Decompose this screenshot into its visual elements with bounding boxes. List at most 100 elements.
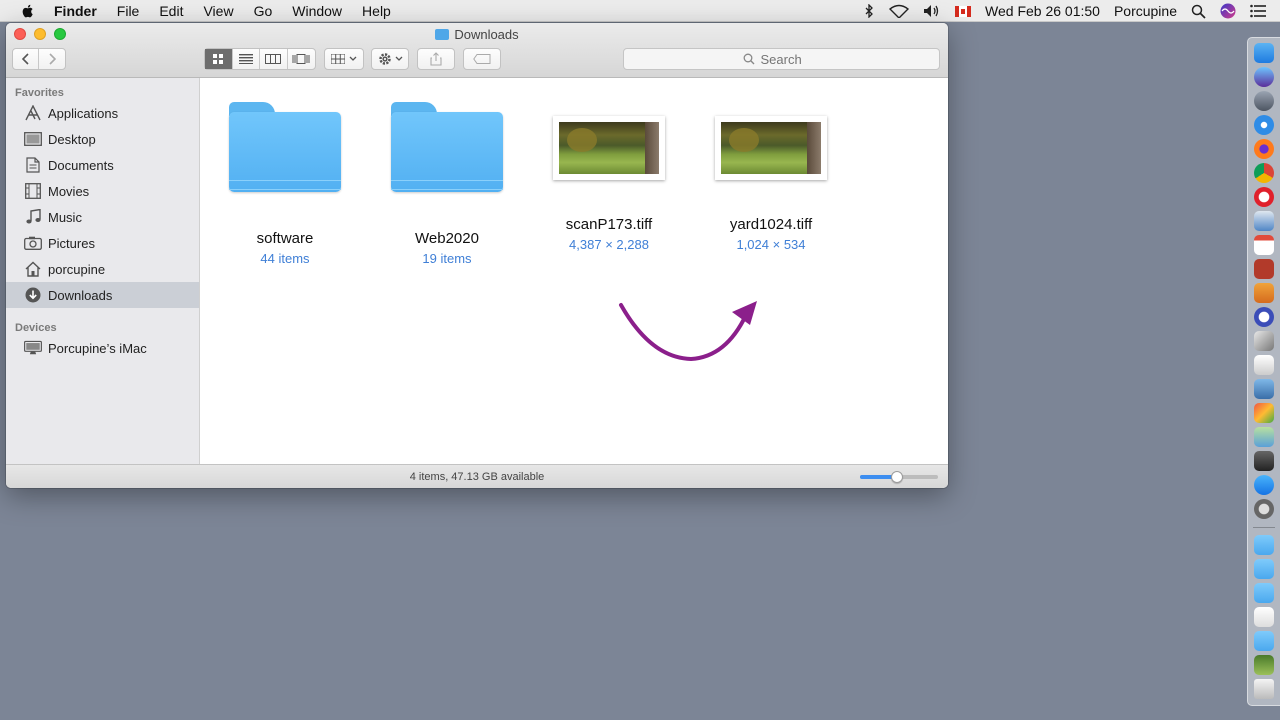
icon-size-slider[interactable]	[860, 471, 938, 483]
folder-dock-icon[interactable]	[1254, 535, 1274, 555]
apple-menu-icon[interactable]	[20, 3, 36, 19]
slider-knob[interactable]	[891, 471, 904, 483]
maps-dock-icon[interactable]	[1254, 427, 1274, 447]
music-icon	[24, 209, 42, 225]
menu-go[interactable]: Go	[254, 3, 273, 19]
sidebar-item-imac[interactable]: Porcupine’s iMac	[6, 335, 199, 361]
calendar-dock-icon[interactable]	[1254, 235, 1274, 255]
clock[interactable]: Wed Feb 26 01:50	[985, 3, 1100, 19]
file-item-software[interactable]: software 44 items	[210, 102, 360, 266]
list-view-button[interactable]	[233, 49, 260, 69]
search-field[interactable]	[623, 48, 940, 70]
preview-dock-icon[interactable]	[1254, 211, 1274, 231]
gear-icon	[378, 53, 391, 65]
search-icon	[743, 53, 754, 65]
folder-dock-icon[interactable]	[1254, 559, 1274, 579]
file-name: Web2020	[415, 230, 479, 247]
sidebar-item-downloads[interactable]: Downloads	[6, 282, 199, 308]
menu-help[interactable]: Help	[362, 3, 391, 19]
sidebar-item-documents[interactable]: Documents	[6, 152, 199, 178]
file-item-web2020[interactable]: Web2020 19 items	[372, 102, 522, 266]
movies-icon	[24, 183, 42, 199]
sidebar-item-applications[interactable]: Applications	[6, 100, 199, 126]
icon-view-button[interactable]	[205, 49, 233, 69]
folder-icon	[229, 102, 341, 194]
menu-app-finder[interactable]: Finder	[54, 3, 97, 19]
siri-icon[interactable]	[1220, 3, 1236, 19]
document-dock-icon[interactable]	[1254, 607, 1274, 627]
file-name: yard1024.tiff	[729, 216, 813, 233]
notes-dock-icon[interactable]	[1254, 283, 1274, 303]
arrange-button[interactable]	[324, 48, 364, 70]
action-button[interactable]	[371, 48, 409, 70]
list-icon	[238, 54, 253, 64]
tags-button[interactable]	[463, 48, 501, 70]
column-view-button[interactable]	[260, 49, 288, 69]
notification-center-icon[interactable]	[1250, 4, 1266, 18]
sidebar-item-movies[interactable]: Movies	[6, 178, 199, 204]
gallery-view-button[interactable]	[288, 49, 315, 69]
folder-dock-icon[interactable]	[1254, 631, 1274, 651]
menu-window[interactable]: Window	[292, 3, 342, 19]
sidebar-item-music[interactable]: Music	[6, 204, 199, 230]
sidebar-item-label: Desktop	[48, 131, 96, 147]
folder-icon	[435, 29, 450, 40]
trash-dock-icon[interactable]	[1254, 679, 1274, 699]
search-input[interactable]	[760, 51, 821, 67]
firefox-dock-icon[interactable]	[1254, 139, 1274, 159]
sidebar-item-desktop[interactable]: Desktop	[6, 126, 199, 152]
dock-separator	[1253, 527, 1275, 528]
image-thumbnail	[553, 116, 665, 180]
folder-dock-icon[interactable]	[1254, 583, 1274, 603]
image-dock-icon[interactable]	[1254, 655, 1274, 675]
documents-icon	[24, 157, 42, 173]
file-item-yard1024[interactable]: yard1024.tiff 1,024 × 534	[696, 102, 846, 252]
spotlight-search-icon[interactable]	[1191, 4, 1206, 19]
imac-icon	[24, 340, 42, 356]
bluetooth-icon[interactable]	[863, 4, 875, 18]
system-preferences-dock-icon[interactable]	[1254, 499, 1274, 519]
pixelmator-dock-icon[interactable]	[1254, 307, 1274, 327]
siri-dock-icon[interactable]	[1254, 67, 1274, 87]
wifi-icon[interactable]	[889, 4, 910, 18]
grid-icon	[213, 54, 224, 64]
photo-booth-dock-icon[interactable]	[1254, 451, 1274, 471]
file-name: software	[256, 230, 314, 247]
opera-dock-icon[interactable]	[1254, 187, 1274, 207]
forward-button[interactable]	[39, 49, 65, 69]
sidebar-item-label: Pictures	[48, 235, 95, 251]
file-item-scanp173[interactable]: scanP173.tiff 4,387 × 2,288	[534, 102, 684, 252]
finder-dock-icon[interactable]	[1254, 43, 1274, 63]
menu-bar: Finder File Edit View Go Window Help Wed…	[0, 0, 1280, 22]
pictures-icon	[24, 235, 42, 251]
menu-file[interactable]: File	[117, 3, 140, 19]
utility-dock-icon[interactable]	[1254, 331, 1274, 351]
sidebar-item-porcupine[interactable]: porcupine	[6, 256, 199, 282]
user-name[interactable]: Porcupine	[1114, 3, 1177, 19]
menu-edit[interactable]: Edit	[159, 3, 183, 19]
app-store-dock-icon[interactable]	[1254, 475, 1274, 495]
status-text: 4 items, 47.13 GB available	[409, 470, 545, 483]
screenshot-dock-icon[interactable]	[1254, 379, 1274, 399]
file-meta: 1,024 × 534	[736, 237, 806, 252]
downloads-icon	[24, 287, 42, 303]
menu-view[interactable]: View	[203, 3, 233, 19]
sidebar-item-label: Documents	[48, 157, 114, 173]
chevron-down-icon	[349, 56, 357, 61]
canada-flag-icon[interactable]	[955, 5, 972, 17]
graphics-dock-icon[interactable]	[1254, 403, 1274, 423]
window-toolbar: Downloads	[6, 23, 948, 78]
dictionary-dock-icon[interactable]	[1254, 259, 1274, 279]
safari-dock-icon[interactable]	[1254, 115, 1274, 135]
window-title: Downloads	[6, 27, 948, 42]
sidebar-item-pictures[interactable]: Pictures	[6, 230, 199, 256]
chrome-dock-icon[interactable]	[1254, 163, 1274, 183]
textedit-dock-icon[interactable]	[1254, 355, 1274, 375]
launchpad-dock-icon[interactable]	[1254, 91, 1274, 111]
share-button[interactable]	[417, 48, 455, 70]
volume-icon[interactable]	[923, 4, 941, 18]
annotation-arrow-icon	[619, 301, 757, 362]
finder-window: Downloads Search Favorites Applications …	[6, 23, 948, 488]
sidebar-item-label: Movies	[48, 183, 90, 199]
back-button[interactable]	[13, 49, 39, 69]
